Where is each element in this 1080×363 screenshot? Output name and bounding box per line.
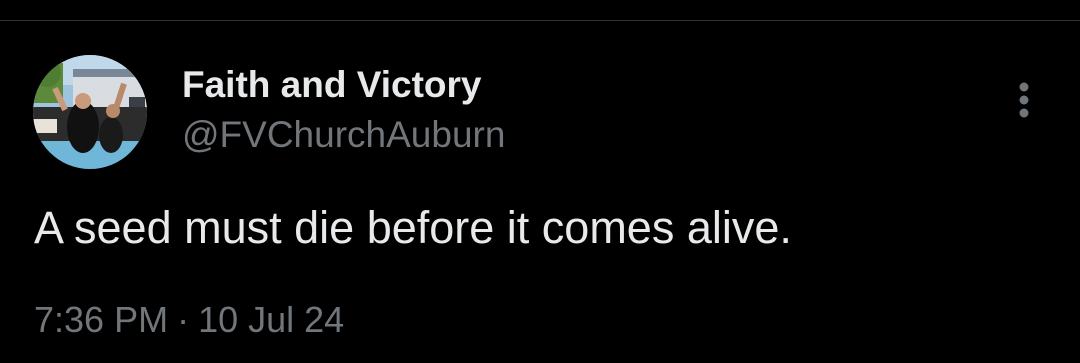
tweet-date[interactable]: 10 Jul 24 [198, 299, 344, 340]
vertical-ellipsis-icon [1019, 82, 1029, 118]
more-options-button[interactable] [1004, 76, 1044, 124]
author-handle[interactable]: @FVChurchAuburn [182, 113, 505, 157]
tweet-time[interactable]: 7:36 PM [34, 299, 168, 340]
avatar-photo [33, 55, 147, 169]
tweet-card: Faith and Victory @FVChurchAuburn A seed… [0, 0, 1080, 363]
tweet-text: A seed must die before it comes alive. [34, 202, 792, 253]
tweet-timestamp: 7:36 PM · 10 Jul 24 [34, 298, 344, 342]
avatar[interactable] [33, 55, 147, 169]
author-display-name[interactable]: Faith and Victory [182, 63, 482, 107]
separator-dot: · [177, 299, 190, 340]
divider [0, 20, 1080, 21]
